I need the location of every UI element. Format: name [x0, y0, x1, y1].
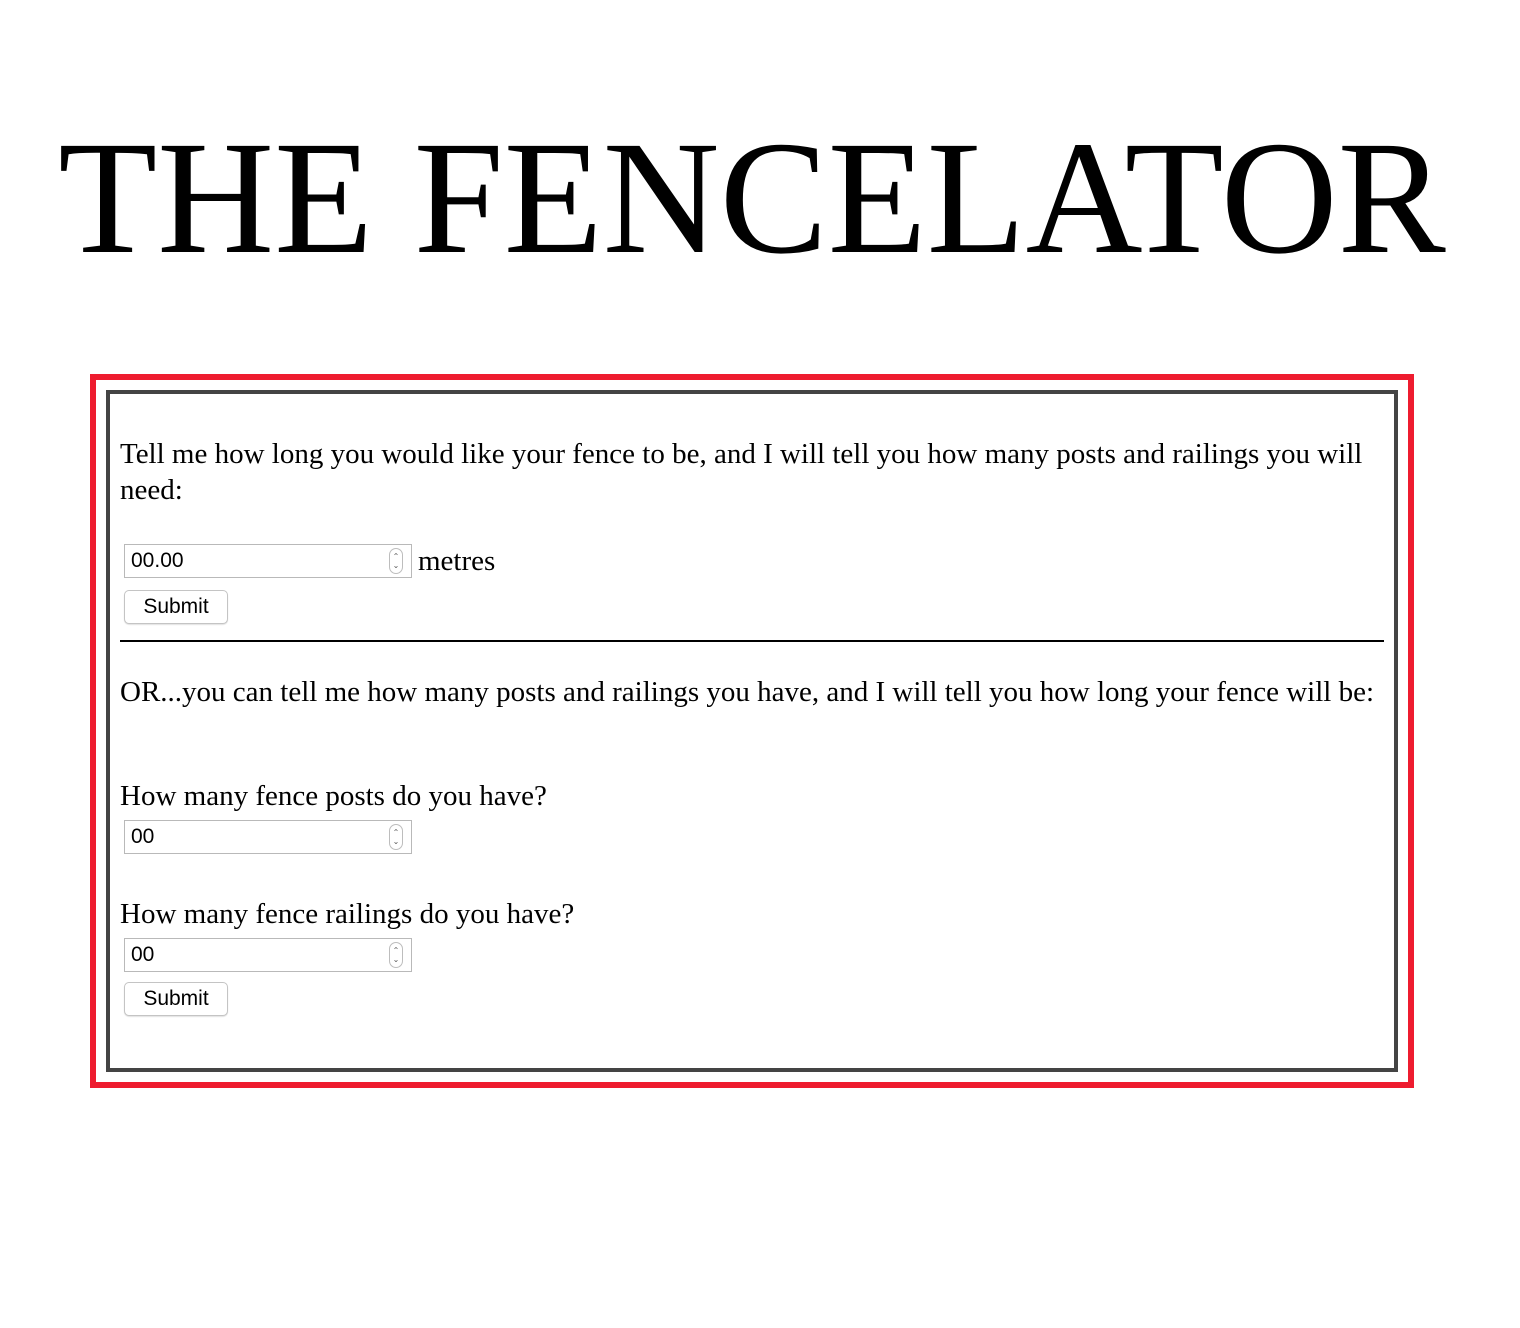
railings-label: How many fence railings do you have? [120, 898, 575, 930]
chevron-down-icon[interactable]: ⌄ [393, 955, 400, 964]
length-instructions: Tell me how long you would like your fen… [120, 438, 1363, 506]
page-title: THE FENCELATOR [58, 109, 1446, 288]
chevron-up-icon[interactable]: ⌃ [393, 946, 400, 955]
fence-railings-value: 00 [131, 943, 155, 966]
chevron-down-icon[interactable]: ⌄ [393, 837, 400, 846]
length-unit-label: metres [418, 545, 496, 577]
calculator-outer-frame: Tell me how long you would like your fen… [90, 374, 1414, 1088]
chevron-up-icon[interactable]: ⌃ [393, 828, 400, 837]
stepper-icon[interactable]: ⌃ ⌄ [389, 548, 403, 574]
chevron-down-icon[interactable]: ⌄ [393, 561, 400, 570]
parts-instructions: OR...you can tell me how many posts and … [120, 676, 1375, 708]
chevron-up-icon[interactable]: ⌃ [393, 552, 400, 561]
fence-length-value: 00.00 [131, 549, 184, 572]
length-row: 00.00 ⌃ ⌄ metres [124, 544, 495, 578]
section-divider [120, 640, 1384, 642]
parts-submit-button[interactable]: Submit [124, 982, 228, 1016]
fence-posts-value: 00 [131, 825, 155, 848]
stepper-icon[interactable]: ⌃ ⌄ [389, 824, 403, 850]
fence-posts-input[interactable]: 00 ⌃ ⌄ [124, 820, 412, 854]
length-submit-button[interactable]: Submit [124, 590, 228, 624]
posts-label: How many fence posts do you have? [120, 780, 547, 812]
calculator-inner-frame: Tell me how long you would like your fen… [106, 390, 1398, 1072]
fence-length-input[interactable]: 00.00 ⌃ ⌄ [124, 544, 412, 578]
stepper-icon[interactable]: ⌃ ⌄ [389, 942, 403, 968]
fence-railings-input[interactable]: 00 ⌃ ⌄ [124, 938, 412, 972]
